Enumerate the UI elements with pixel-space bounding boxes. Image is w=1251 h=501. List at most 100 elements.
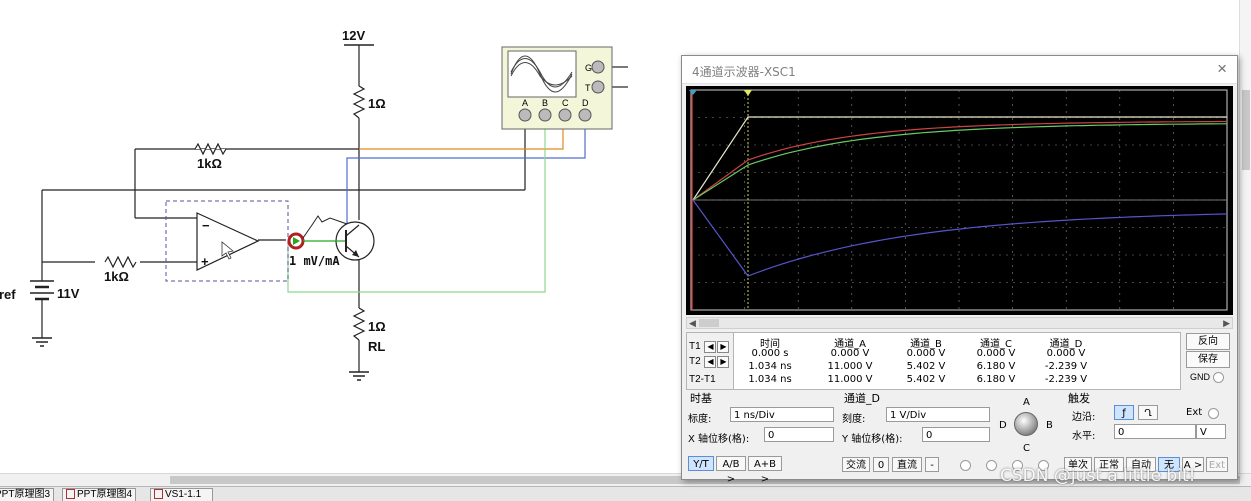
channel-selector-knob[interactable] xyxy=(1014,412,1038,436)
table-cell: -2.239 V xyxy=(1044,374,1088,385)
table-cell: 1.034 ns xyxy=(748,374,792,385)
table-cell: -2.239 V xyxy=(1044,361,1088,372)
scope-terminal-d: D xyxy=(582,98,589,108)
knob-label-c: C xyxy=(1023,443,1030,454)
wire-channel-d xyxy=(346,122,586,224)
scroll-left-icon[interactable]: ◀ xyxy=(689,318,696,329)
table-cell: 0.000 V xyxy=(1046,348,1086,359)
channel-radio[interactable] xyxy=(960,460,971,471)
gnd-control[interactable]: GND xyxy=(1190,372,1224,384)
gnd-radio[interactable] xyxy=(1212,372,1224,384)
vertical-scrollbar[interactable] xyxy=(1239,0,1251,473)
measurement-area: T1 ◀ ▶ T2 ◀ ▶ T2-T1 时间 通道_A 通道_B 通道_C 通道_D… xyxy=(686,332,1233,390)
oscilloscope-window[interactable]: 4通道示波器-XSC1 × ◀ ▶ T1 ◀ ▶ T2 ◀ ▶ T2-T1 时间 通… xyxy=(681,55,1238,485)
ground-icon xyxy=(349,371,369,381)
mode-aplusb-button[interactable]: A+B > xyxy=(748,456,782,485)
table-cell: 1.034 ns xyxy=(748,361,792,372)
scope-terminal-a: A xyxy=(522,98,528,108)
trigger-ext-button[interactable]: Ext xyxy=(1206,457,1228,472)
channel-radio[interactable] xyxy=(986,460,997,471)
table-cell: 0.000 V xyxy=(976,348,1016,359)
timebase-xpos-input[interactable]: 0 xyxy=(764,427,834,442)
trigger-title: 触发 xyxy=(1068,392,1090,405)
reverse-button[interactable]: 反向 xyxy=(1186,333,1230,350)
sheet-tab[interactable]: PPT原理图4 xyxy=(62,488,137,501)
knob-label-d: D xyxy=(999,420,1007,431)
channel-title: 通道_D xyxy=(844,392,880,405)
schematic-icon xyxy=(66,489,75,500)
resistor-input-label: 1kΩ xyxy=(104,269,129,284)
cursor-row-delta: T2-T1 xyxy=(689,374,716,385)
resistor-feedback-label: 1kΩ xyxy=(197,156,222,171)
watermark: CSDN @just a little bit! xyxy=(1000,466,1196,486)
knob-label-a: A xyxy=(1023,397,1030,408)
edge-rising-button[interactable]: ƒ xyxy=(1114,405,1134,420)
arrow-right-icon[interactable]: ▶ xyxy=(717,356,730,368)
screen-scroll-thumb[interactable] xyxy=(699,319,719,327)
measurement-table: 时间 通道_A 通道_B 通道_C 通道_D 0.000 s 0.000 V 0… xyxy=(733,332,1181,390)
arrow-left-icon[interactable]: ◀ xyxy=(704,356,717,368)
vertical-scroll-thumb[interactable] xyxy=(1242,90,1250,170)
mode-ab-button[interactable]: A/B > xyxy=(716,456,746,485)
opamp-plus: + xyxy=(201,254,209,269)
trigger-panel: 触发 边沿: ƒ Ղ Ext 水平: 0 V 单次 正常 自动 无 A > Ex… xyxy=(1064,390,1232,476)
coupling-dc-button[interactable]: 直流 xyxy=(892,457,922,472)
coupling-zero-button[interactable]: 0 xyxy=(873,457,889,472)
scroll-right-icon[interactable]: ▶ xyxy=(1223,318,1230,329)
resistor-load-label: 1Ω xyxy=(368,319,386,334)
screen-scrollbar[interactable]: ◀ ▶ xyxy=(686,317,1233,329)
trigger-level-input[interactable]: 0 xyxy=(1114,424,1196,439)
cursor-row-t1: T1 ◀ ▶ xyxy=(689,341,730,353)
timebase-xpos-label: X 轴位移(格): xyxy=(688,434,750,445)
window-title: 4通道示波器-XSC1 xyxy=(692,65,796,79)
table-cell: 0.000 s xyxy=(751,348,789,359)
scope-terminal-g: G xyxy=(585,63,592,73)
dc-source-symbol[interactable] xyxy=(30,280,54,306)
source-value-label: 11V xyxy=(57,286,80,301)
trigger-edge-label: 边沿: xyxy=(1072,412,1096,423)
timebase-title: 时基 xyxy=(690,392,712,405)
timebase-scale-label: 标度: xyxy=(688,414,712,425)
scope-terminal-t: T xyxy=(585,83,591,93)
coupling-ac-button[interactable]: 交流 xyxy=(842,457,870,472)
table-cell: 11.000 V xyxy=(827,374,873,385)
opamp-minus: − xyxy=(202,218,210,233)
trigger-level-label: 水平: xyxy=(1072,431,1096,442)
arrow-left-icon[interactable]: ◀ xyxy=(704,341,717,353)
resistor-load[interactable] xyxy=(352,307,366,341)
cursor-row-t2: T2 ◀ ▶ xyxy=(689,356,730,368)
channel-scale-input[interactable]: 1 V/Div xyxy=(886,407,990,422)
resistor-top[interactable] xyxy=(352,85,366,119)
channel-ypos-input[interactable]: 0 xyxy=(922,427,990,442)
table-cell: 6.180 V xyxy=(976,374,1016,385)
trigger-ext-radio[interactable] xyxy=(1208,408,1219,419)
table-cell: 5.402 V xyxy=(906,374,946,385)
knob-label-b: B xyxy=(1046,420,1053,431)
resistor-load-name: RL xyxy=(368,339,385,354)
sheet-tab[interactable]: VS1-1.1 xyxy=(150,488,213,501)
oscilloscope-instrument-icon[interactable] xyxy=(501,46,613,130)
close-icon[interactable]: × xyxy=(1217,59,1227,79)
resistor-input[interactable] xyxy=(104,255,137,269)
save-button[interactable]: 保存 xyxy=(1186,351,1230,368)
timebase-scale-input[interactable]: 1 ns/Div xyxy=(730,407,834,422)
table-cell: 11.000 V xyxy=(827,361,873,372)
resistor-top-label: 1Ω xyxy=(368,96,386,111)
channel-panel: 通道_D 刻度: 1 V/Div Y 轴位移(格): 0 交流 0 直流 - A… xyxy=(840,390,1062,476)
timebase-panel: 时基 标度: 1 ns/Div X 轴位移(格): 0 Y/T A/B > A+… xyxy=(686,390,838,485)
arrow-right-icon[interactable]: ▶ xyxy=(717,341,730,353)
table-cell: 5.402 V xyxy=(906,361,946,372)
probe-label: 1 mV/mA xyxy=(289,254,340,268)
window-titlebar[interactable]: 4通道示波器-XSC1 × xyxy=(682,56,1237,84)
trigger-level-unit[interactable]: V xyxy=(1196,424,1226,439)
channel-ypos-label: Y 轴位移(格): xyxy=(842,434,903,445)
mode-yt-button[interactable]: Y/T xyxy=(688,456,714,471)
edge-falling-button[interactable]: Ղ xyxy=(1138,405,1158,420)
trigger-ext-label: Ext xyxy=(1186,407,1203,418)
coupling-minus-button[interactable]: - xyxy=(925,457,939,472)
sheet-tab[interactable]: PPT原理图3 xyxy=(0,488,55,501)
scope-terminal-b: B xyxy=(542,98,548,108)
resistor-feedback[interactable] xyxy=(194,142,227,156)
scope-screen[interactable] xyxy=(686,86,1233,315)
gnd-label: GND xyxy=(1190,372,1210,382)
